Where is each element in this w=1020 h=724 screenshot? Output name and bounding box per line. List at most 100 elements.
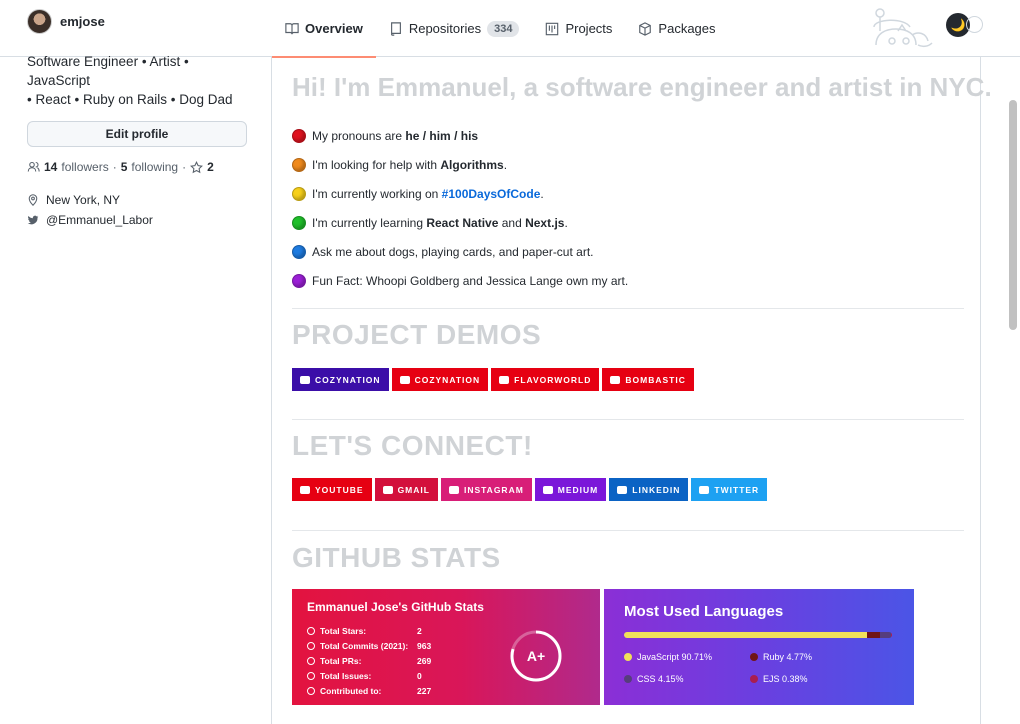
location-item: New York, NY — [27, 190, 247, 210]
circle-emoji-icon — [292, 215, 306, 230]
tab-packages[interactable]: Packages — [625, 0, 728, 57]
stat-label: Contributed to: — [320, 685, 382, 696]
stat-value: 269 — [417, 655, 432, 666]
stat-value: 2 — [417, 625, 422, 636]
youtube-icon — [300, 485, 310, 494]
tab-repositories[interactable]: Repositories 334 — [376, 0, 533, 57]
social-badge-gmail[interactable]: GMAIL — [374, 478, 438, 501]
people-icon — [27, 161, 40, 172]
user-header[interactable]: emjose — [27, 9, 105, 34]
stat-icon — [307, 626, 315, 635]
about-list-item: Ask me about dogs, playing cards, and pa… — [292, 237, 628, 266]
about-text: I'm looking for help with Algorithms. — [312, 158, 507, 172]
badge-label: MEDIUM — [557, 484, 599, 495]
demo-badge-flavorworld[interactable]: FLAVORWORLD — [491, 368, 600, 391]
bold-text: he / him / his — [405, 128, 479, 143]
social-badge-medium[interactable]: MEDIUM — [534, 478, 607, 501]
social-badge-linkedin[interactable]: LINKEDIN — [609, 478, 689, 501]
stat-icon — [307, 656, 315, 665]
stat-label-wrap: Total Commits (2021): — [307, 641, 417, 651]
tab-label: Repositories — [408, 21, 482, 36]
divider — [292, 308, 964, 309]
stat-label: Total PRs: — [320, 655, 362, 666]
cozynation-icon — [399, 375, 410, 384]
divider — [292, 419, 964, 420]
badge-label: COZYNATION — [315, 374, 381, 385]
followers-link[interactable]: followers — [61, 160, 108, 174]
section-title-connect: LET'S CONNECT! — [292, 430, 533, 461]
bio: Software Engineer • Artist • JavaScript … — [27, 52, 247, 109]
stars-count[interactable]: 2 — [207, 160, 214, 174]
stat-row: Contributed to: 227 — [307, 683, 585, 698]
twitter-item[interactable]: @Emmanuel_Labor — [27, 210, 247, 230]
language-bar-segment — [624, 632, 868, 638]
toggle-ring-decoration — [966, 16, 983, 33]
language-label: CSS 4.15% — [637, 674, 684, 684]
tab-label: Overview — [305, 21, 363, 36]
edit-profile-button[interactable]: Edit profile — [27, 121, 247, 147]
social-badge-instagram[interactable]: INSTAGRAM — [440, 478, 532, 501]
section-title-github-stats: GITHUB STATS — [292, 542, 501, 573]
badge-label: INSTAGRAM — [463, 484, 524, 495]
username[interactable]: emjose — [60, 14, 105, 29]
language-label: EJS 0.38% — [763, 674, 808, 684]
twitter-handle[interactable]: @Emmanuel_Labor — [46, 213, 153, 227]
grade-text: A+ — [527, 648, 545, 664]
avatar[interactable] — [27, 9, 52, 34]
stat-value: 963 — [417, 640, 432, 651]
badge-label: BOMBASTIC — [625, 374, 686, 385]
bold-text: Algorithms — [440, 157, 504, 172]
language-color-dot — [624, 675, 632, 683]
circle-emoji-icon — [292, 157, 306, 172]
bold-text: React Native — [426, 215, 499, 230]
tab-overview[interactable]: Overview — [272, 0, 376, 58]
gmail-icon — [382, 485, 393, 494]
linkedin-icon — [617, 485, 628, 494]
about-text: My pronouns are he / him / his — [312, 129, 478, 143]
about-list: My pronouns are he / him / his I'm lookin… — [292, 121, 628, 295]
about-list-item: I'm currently working on #100DaysOfCode. — [292, 179, 628, 208]
language-color-dot — [750, 653, 758, 661]
following-link[interactable]: following — [131, 160, 178, 174]
about-text: Fun Fact: Whoopi Goldberg and Jessica La… — [312, 274, 628, 288]
repo-count-badge: 334 — [487, 20, 520, 37]
stat-value: 227 — [417, 685, 432, 696]
star-icon[interactable] — [190, 160, 204, 174]
top-languages-card: Most Used Languages JavaScript 90.71% Rub… — [604, 589, 914, 705]
demo-badge-cozynation[interactable]: COZYNATION — [391, 368, 489, 391]
demo-badge-cozynation[interactable]: COZYNATION — [292, 368, 389, 391]
social-badge-youtube[interactable]: YOUTUBE — [292, 478, 372, 501]
language-label: JavaScript 90.71% — [637, 652, 713, 662]
github-stats-card: Emmanuel Jose's GitHub Stats Total Stars… — [292, 589, 600, 705]
bold-text: Next.js — [525, 215, 565, 230]
demo-badge-bombastic[interactable]: BOMBASTIC — [602, 368, 694, 391]
circle-emoji-icon — [292, 128, 306, 143]
repo-icon — [390, 21, 401, 36]
instagram-icon — [448, 485, 459, 494]
about-list-item: My pronouns are he / him / his — [292, 121, 628, 150]
text-segment: I'm currently working on — [312, 186, 442, 201]
followers-count[interactable]: 14 — [44, 160, 57, 174]
languages-legend: JavaScript 90.71% Ruby 4.77% CSS 4.15% EJS … — [624, 652, 894, 684]
hashtag-link[interactable]: #100DaysOfCode — [442, 187, 541, 201]
circle-emoji-icon — [292, 273, 306, 288]
medium-icon — [542, 485, 553, 494]
social-badges: YOUTUBE GMAIL INSTAGRAM MEDIUM LINKEDIN TWITT… — [292, 478, 768, 501]
languages-bar — [624, 632, 892, 638]
bio-line: • React • Ruby on Rails • Dog Dad — [27, 92, 233, 107]
project-icon — [546, 22, 559, 35]
top-bar: emjose Overview Repositories 334 Project… — [0, 0, 1020, 58]
tab-projects[interactable]: Projects — [532, 0, 625, 57]
scrollbar-thumb[interactable] — [1009, 100, 1017, 330]
following-count[interactable]: 5 — [121, 160, 128, 174]
about-list-item: Fun Fact: Whoopi Goldberg and Jessica La… — [292, 266, 628, 295]
language-bar-segment — [867, 632, 880, 638]
social-badge-twitter[interactable]: TWITTER — [691, 478, 768, 501]
language-legend-item: CSS 4.15% — [624, 674, 750, 684]
package-icon — [639, 21, 652, 36]
readme-panel: Hi! I'm Emmanuel, a software engineer an… — [271, 57, 992, 724]
separator: · — [112, 160, 117, 174]
about-text: I'm currently learning React Native and … — [312, 216, 568, 230]
location-pin-icon — [28, 194, 38, 206]
separator: · — [182, 160, 187, 174]
